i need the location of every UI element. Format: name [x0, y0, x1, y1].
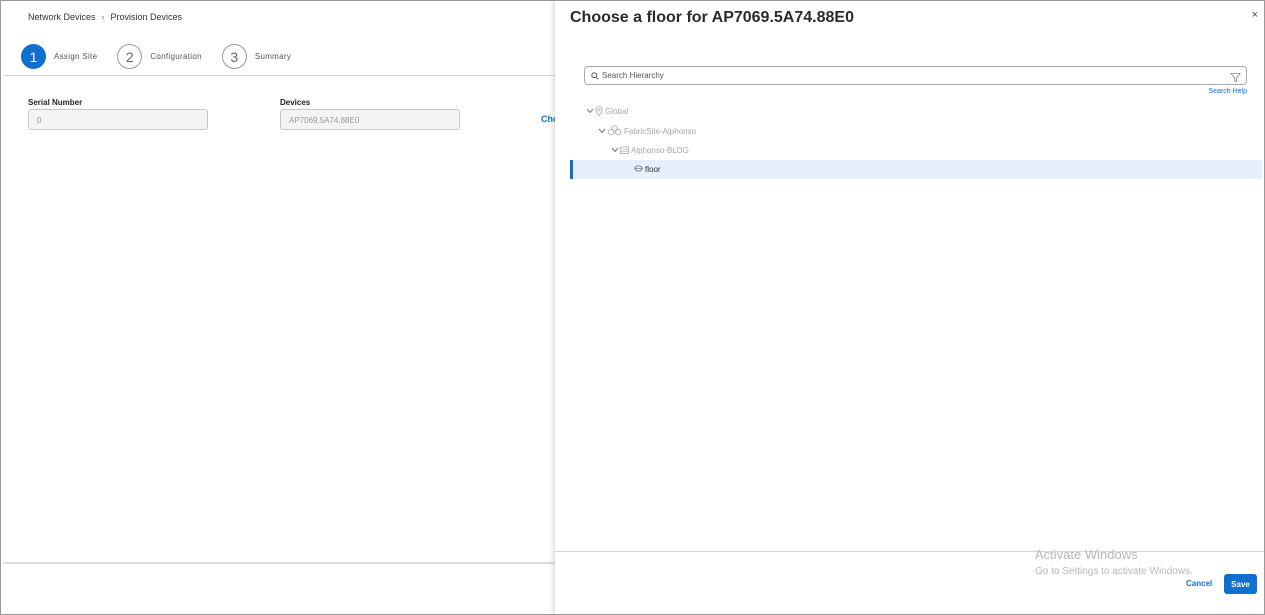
tree-node-label: FabricSite-Alphonso [624, 127, 697, 136]
chevron-down-icon[interactable] [611, 146, 620, 155]
choose-floor-drawer: Choose a floor for AP7069.5A74.88E0 × Se… [555, 1, 1264, 614]
search-icon [591, 67, 599, 85]
tree-node-fabricsite[interactable]: FabricSite-Alphonso [598, 122, 696, 141]
breadcrumb-separator: › [101, 12, 105, 22]
tree-node-floor[interactable]: floor [570, 160, 1262, 179]
app-window: Network Devices › Provision Devices 1 As… [0, 0, 1265, 615]
location-pin-icon [595, 105, 603, 118]
devices-label: Devices [280, 98, 311, 107]
tree-node-global[interactable]: Global [586, 102, 628, 121]
tree-node-building[interactable]: Alphonso-BLDG [611, 141, 689, 160]
building-icon [620, 146, 629, 156]
breadcrumb-provision-devices: Provision Devices [110, 12, 183, 22]
chevron-down-icon[interactable] [598, 127, 607, 136]
floor-icon [634, 165, 643, 174]
step-label: Configuration [150, 52, 202, 61]
breadcrumb: Network Devices › Provision Devices [28, 12, 182, 22]
search-placeholder: Search Hierarchy [602, 71, 664, 80]
close-icon[interactable]: × [1252, 9, 1258, 21]
wizard-stepper: 1 Assign Site 2 Configuration 3 Summary [21, 44, 311, 69]
step-assign-site[interactable]: 1 Assign Site [21, 44, 97, 69]
drawer-title: Choose a floor for AP7069.5A74.88E0 [570, 9, 854, 26]
footer-divider [555, 551, 1264, 552]
filter-icon[interactable] [1230, 70, 1241, 88]
activate-windows-watermark: Activate Windows [1035, 547, 1138, 562]
save-button[interactable]: Save [1224, 574, 1257, 594]
search-hierarchy-input[interactable]: Search Hierarchy [584, 66, 1247, 85]
step-summary[interactable]: 3 Summary [221, 44, 292, 69]
step-number: 1 [21, 44, 46, 69]
activate-windows-subtext: Go to Settings to activate Windows. [1035, 566, 1193, 577]
tree-node-label: Global [605, 107, 629, 116]
step-number: 2 [117, 44, 143, 69]
step-label: Assign Site [54, 52, 98, 61]
devices-field[interactable]: AP7069.5A74.88E0 [280, 109, 460, 130]
step-label: Summary [254, 52, 292, 61]
search-help-link[interactable]: Search Help [1208, 88, 1247, 95]
serial-number-label: Serial Number [28, 98, 83, 107]
step-number: 3 [221, 44, 247, 69]
provision-page: Network Devices › Provision Devices 1 As… [3, 1, 559, 614]
breadcrumb-network-devices[interactable]: Network Devices [28, 12, 96, 22]
tree-node-label: Alphonso-BLDG [631, 146, 689, 155]
footer-divider [3, 562, 555, 564]
fabric-site-icon [607, 125, 622, 138]
tree-node-label: floor [645, 165, 661, 174]
serial-number-field[interactable]: 0 [28, 109, 208, 130]
divider [3, 75, 555, 76]
cancel-button[interactable]: Cancel [1186, 579, 1212, 588]
step-configuration[interactable]: 2 Configuration [117, 44, 202, 69]
chevron-down-icon[interactable] [586, 107, 595, 116]
